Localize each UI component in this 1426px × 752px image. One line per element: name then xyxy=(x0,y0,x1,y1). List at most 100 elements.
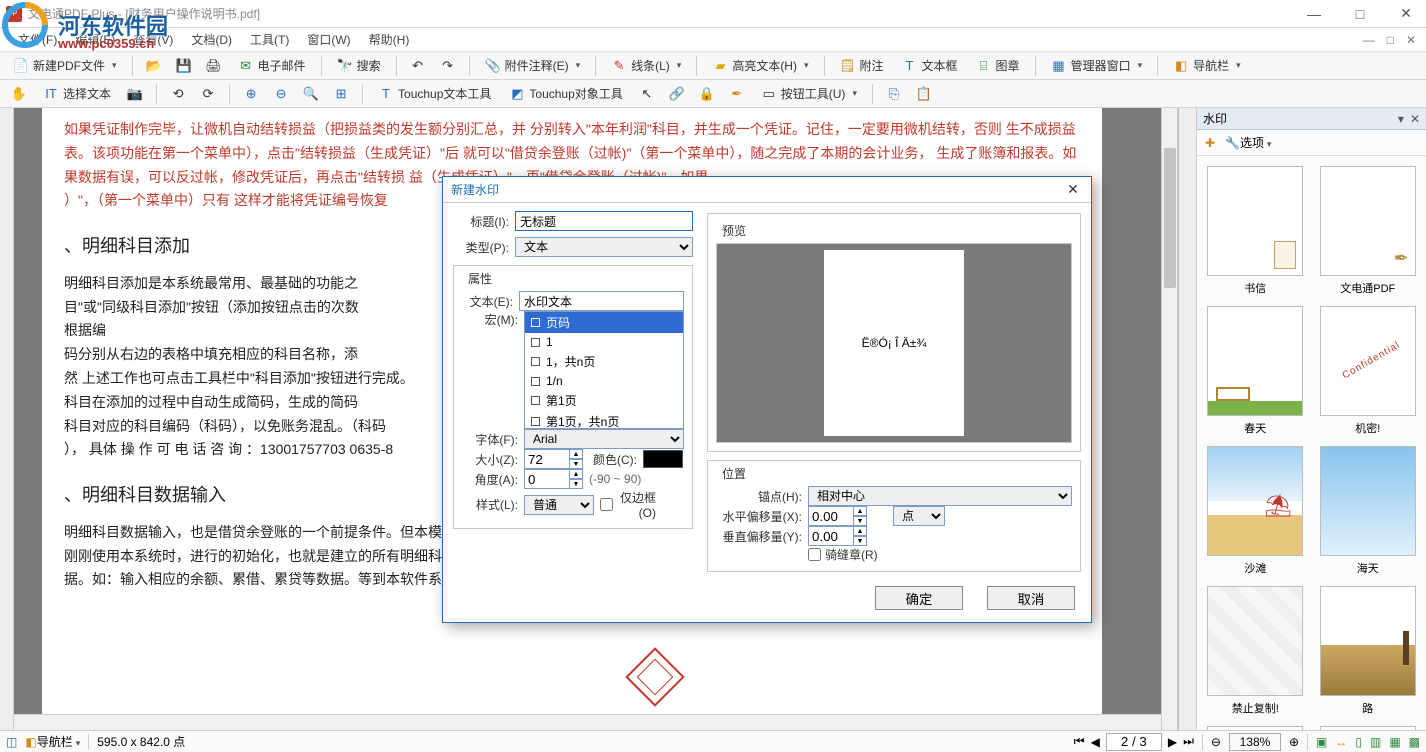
unit-select[interactable]: 点 xyxy=(893,506,945,526)
menu-tools[interactable]: 工具(T) xyxy=(250,31,289,48)
save-button[interactable]: 💾 xyxy=(171,55,197,77)
font-select[interactable]: Arial xyxy=(524,429,684,449)
manager-window-button[interactable]: ▦管理器窗口 xyxy=(1044,55,1150,77)
copy-button[interactable]: ⎘ xyxy=(881,83,907,105)
zoom-value[interactable]: 138% xyxy=(1229,733,1281,751)
watermark-item[interactable]: 禁止复制! xyxy=(1205,586,1306,716)
redo-button[interactable]: ↷ xyxy=(435,55,461,77)
attach-note-button[interactable]: 📎附件注释(E) xyxy=(478,55,588,77)
email-button[interactable]: ✉电子邮件 xyxy=(231,55,313,77)
menu-document[interactable]: 文档(D) xyxy=(191,31,232,48)
type-select[interactable]: 文本 xyxy=(515,237,693,257)
print-button[interactable]: 🖨 xyxy=(201,55,227,77)
vertical-scrollbar[interactable] xyxy=(1161,108,1177,730)
undo-button[interactable]: ↶ xyxy=(405,55,431,77)
watermark-text-input[interactable] xyxy=(519,291,684,311)
menu-help[interactable]: 帮助(H) xyxy=(369,31,410,48)
bookmark-pane-icon[interactable]: ◫ xyxy=(6,735,17,749)
new-pdf-button[interactable]: 📄新建PDF文件 xyxy=(6,55,124,77)
watermark-item[interactable] xyxy=(1205,726,1306,730)
continuous-facing-icon[interactable]: ▩ xyxy=(1409,735,1420,749)
next-page-button[interactable]: ▶ xyxy=(1168,735,1177,749)
ok-button[interactable]: 确定 xyxy=(875,586,963,610)
watermark-item[interactable]: 海天 xyxy=(1318,446,1419,576)
prev-page-button[interactable]: ◀ xyxy=(1091,735,1100,749)
doc-text: 码分别从右边的表格中填充相应的科目名称，添 xyxy=(64,346,358,362)
lock-tool-button[interactable]: 🔒 xyxy=(694,83,720,105)
search-button[interactable]: 🔭搜索 xyxy=(330,55,388,77)
zoom-in-button[interactable]: ⊕ xyxy=(238,83,264,105)
angle-spinner[interactable]: ▲▼ xyxy=(524,469,583,489)
watermark-item[interactable] xyxy=(1318,726,1419,730)
doc-close-button[interactable]: ✕ xyxy=(1406,33,1416,47)
continuous-icon[interactable]: ▥ xyxy=(1370,735,1381,749)
dialog-close-button[interactable]: ✕ xyxy=(1063,180,1083,200)
window-minimize-button[interactable]: — xyxy=(1300,4,1328,24)
fit-width-icon[interactable]: ↔ xyxy=(1335,735,1347,749)
rotate-ccw-button[interactable]: ⟲ xyxy=(165,83,191,105)
touchup-text-button[interactable]: TTouchup文本工具 xyxy=(371,83,498,105)
actual-size-button[interactable]: ⊞ xyxy=(328,83,354,105)
zoom-marquee-button[interactable]: 🔍 xyxy=(298,83,324,105)
watermark-item[interactable]: 路 xyxy=(1318,586,1419,716)
first-page-button[interactable]: ⏮ xyxy=(1074,734,1085,749)
pointer-tool-button[interactable]: ↖ xyxy=(634,83,660,105)
hand-tool-button[interactable]: ✋ xyxy=(6,83,32,105)
outline-checkbox[interactable]: 仅边框(O) xyxy=(600,489,656,520)
zoom-in-status-button[interactable]: ⊕ xyxy=(1289,735,1299,749)
add-watermark-icon[interactable]: ✚ xyxy=(1205,136,1215,150)
rotate-cw-button[interactable]: ⟳ xyxy=(195,83,221,105)
doc-minimize-button[interactable]: — xyxy=(1363,33,1375,47)
nav-panel-button[interactable]: ◧导航栏 xyxy=(1166,55,1248,77)
rotate-right-icon: ⟳ xyxy=(200,86,216,102)
watermark-item[interactable]: 春天 xyxy=(1205,306,1306,436)
anchor-select[interactable]: 相对中心 xyxy=(808,486,1072,506)
horizontal-scrollbar[interactable] xyxy=(14,714,1161,730)
sign-tool-button[interactable]: ✒ xyxy=(724,83,750,105)
open-button[interactable]: 📂 xyxy=(141,55,167,77)
cancel-button[interactable]: 取消 xyxy=(987,586,1075,610)
watermark-item[interactable]: Confidential机密! xyxy=(1318,306,1419,436)
lines-button[interactable]: ✎线条(L) xyxy=(604,55,688,77)
textbox-button[interactable]: T文本框 xyxy=(895,55,965,77)
doc-text: 科目在添加的过程中自动生成简码，生成的简码 xyxy=(64,394,358,410)
page-input[interactable] xyxy=(1106,733,1162,751)
paste-button[interactable]: 📋 xyxy=(911,83,937,105)
last-page-button[interactable]: ⏭ xyxy=(1183,734,1194,749)
title-input[interactable] xyxy=(515,211,693,231)
highlight-button[interactable]: ▰高亮文本(H) xyxy=(705,55,815,77)
style-select[interactable]: 普通 xyxy=(524,495,594,515)
fit-page-icon[interactable]: ▣ xyxy=(1316,735,1327,749)
voffset-spinner[interactable]: ▲▼ xyxy=(808,526,867,546)
zoom-out-button[interactable]: ⊖ xyxy=(268,83,294,105)
snapshot-button[interactable]: 📷 xyxy=(122,83,148,105)
zoom-out-status-button[interactable]: ⊖ xyxy=(1211,735,1221,749)
button-tool-button[interactable]: ▭按钮工具(U) xyxy=(754,83,864,105)
scroll-thumb[interactable] xyxy=(1164,148,1176,288)
nav-dropdown[interactable]: ◧导航栏 xyxy=(25,733,80,750)
stamp-button[interactable]: ⌸图章 xyxy=(969,55,1027,77)
single-page-icon[interactable]: ▯ xyxy=(1355,735,1362,749)
link-tool-button[interactable]: 🔗 xyxy=(664,83,690,105)
doc-restore-button[interactable]: □ xyxy=(1387,33,1394,47)
touchup-object-button[interactable]: ◩Touchup对象工具 xyxy=(502,83,629,105)
menu-window[interactable]: 窗口(W) xyxy=(307,31,350,48)
tile-checkbox[interactable]: 骑缝章(R) xyxy=(808,546,894,563)
panel-grip[interactable] xyxy=(1179,108,1197,730)
panel-menu-button[interactable]: ▾ xyxy=(1398,112,1404,126)
size-spinner[interactable]: ▲▼ xyxy=(524,449,583,469)
select-text-button[interactable]: IT选择文本 xyxy=(36,83,118,105)
color-picker[interactable] xyxy=(643,450,683,468)
window-maximize-button[interactable]: □ xyxy=(1346,4,1374,24)
window-close-button[interactable]: ✕ xyxy=(1392,4,1420,24)
macro-listbox[interactable]: 页码 1 1，共n页 1/n 第1页 第1页，共n页 日期时间 月/日 xyxy=(524,311,684,429)
watermark-item[interactable]: ⛱沙滩 xyxy=(1205,446,1306,576)
hoffset-spinner[interactable]: ▲▼ xyxy=(808,506,867,526)
panel-close-button[interactable]: ✕ xyxy=(1410,112,1420,126)
facing-icon[interactable]: ▦ xyxy=(1389,735,1400,749)
panel-options-button[interactable]: 🔧选项 xyxy=(1225,134,1272,151)
note-button[interactable]: 🗒附注 xyxy=(833,55,891,77)
watermark-item[interactable]: ✒文电通PDF xyxy=(1318,166,1419,296)
watermark-item[interactable]: 书信 xyxy=(1205,166,1306,296)
redo-icon: ↷ xyxy=(440,58,456,74)
